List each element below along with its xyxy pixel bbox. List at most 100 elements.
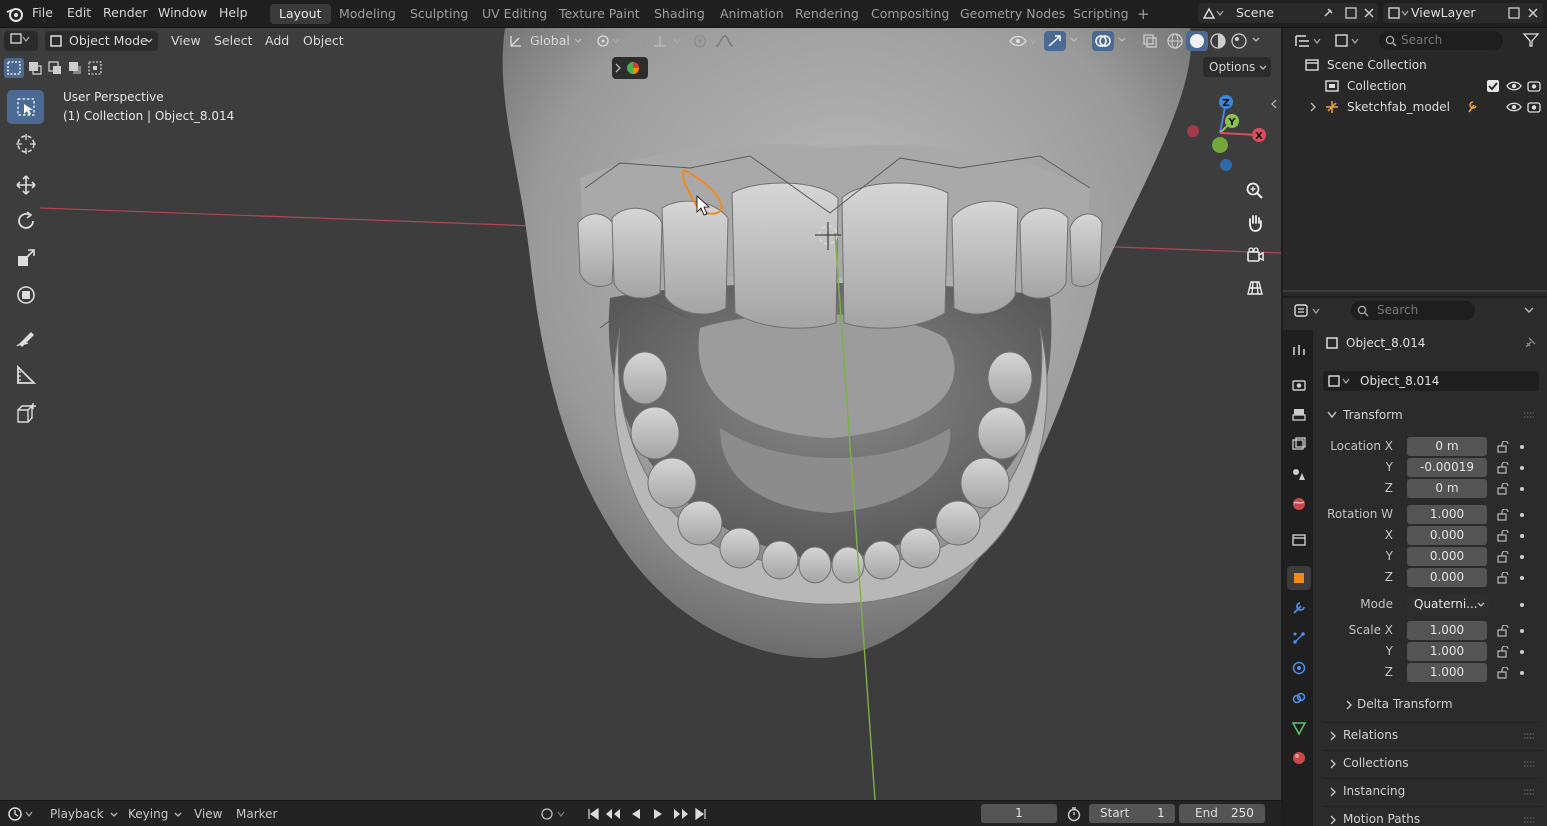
tab-modeling[interactable]: Modeling xyxy=(330,4,405,24)
zoom-button[interactable] xyxy=(1240,176,1270,206)
relations-panel-header[interactable]: Relations xyxy=(1323,722,1543,746)
delta-transform-subpanel[interactable]: Delta Transform xyxy=(1341,695,1531,715)
close-icon[interactable] xyxy=(1363,7,1375,19)
lock-icon[interactable] xyxy=(1497,625,1509,637)
motion-paths-panel-header[interactable]: Motion Paths xyxy=(1323,806,1543,826)
3d-viewport[interactable]: Object Mode View Select Add Object Globa… xyxy=(0,28,1281,800)
add-workspace-button[interactable]: + xyxy=(1128,4,1159,24)
camera-render-icon[interactable] xyxy=(1527,100,1541,114)
eye-icon[interactable] xyxy=(1506,101,1522,113)
rendered-shading-icon[interactable] xyxy=(1230,32,1248,50)
properties-editor-icon[interactable] xyxy=(1293,302,1323,320)
properties-search-input[interactable]: Search xyxy=(1351,301,1475,320)
rotation-z-field[interactable]: 0.000 xyxy=(1407,568,1487,587)
chevron-down-icon[interactable] xyxy=(174,812,182,818)
lock-icon[interactable] xyxy=(1497,646,1509,658)
select-box-tool[interactable] xyxy=(7,90,44,124)
modifier-wrench-icon[interactable] xyxy=(1466,100,1478,114)
location-z-field[interactable]: 0 m xyxy=(1407,479,1487,498)
location-y-field[interactable]: -0.00019 xyxy=(1407,458,1487,477)
wireframe-shading-icon[interactable] xyxy=(1166,32,1184,50)
keyframe-dot[interactable] xyxy=(1520,466,1524,470)
select-intersect-icon[interactable] xyxy=(85,58,105,78)
transform-panel-header[interactable]: Transform xyxy=(1323,403,1543,427)
snap-target-icon[interactable] xyxy=(652,33,686,49)
drag-handle-icon[interactable] xyxy=(1523,760,1535,768)
keyframe-dot[interactable] xyxy=(1520,671,1524,675)
collections-panel-header[interactable]: Collections xyxy=(1323,750,1543,774)
scale-tool[interactable] xyxy=(7,241,44,275)
timeline-editor-icon[interactable] xyxy=(6,805,36,823)
new-scene-icon[interactable] xyxy=(1344,6,1358,20)
drag-handle-icon[interactable] xyxy=(1523,788,1535,796)
add-cube-tool[interactable] xyxy=(7,397,44,431)
rotation-x-field[interactable]: 0.000 xyxy=(1407,526,1487,545)
filter-icon[interactable] xyxy=(1522,32,1540,48)
rotation-mode-dropdown[interactable]: Quaterni... xyxy=(1407,595,1489,614)
display-mode-icon[interactable] xyxy=(1333,32,1363,50)
solid-shading-button[interactable] xyxy=(1186,31,1208,51)
lock-icon[interactable] xyxy=(1497,462,1509,474)
current-frame-field[interactable]: 1 xyxy=(981,804,1057,823)
rotation-y-field[interactable]: 0.000 xyxy=(1407,547,1487,566)
tab-geometry-nodes[interactable]: Geometry Nodes xyxy=(951,4,1074,24)
menu-select[interactable]: Select xyxy=(209,31,258,51)
menu-window[interactable]: Window xyxy=(158,5,207,20)
keyframe-dot[interactable] xyxy=(1520,603,1524,607)
instancing-panel-header[interactable]: Instancing xyxy=(1323,778,1543,802)
chevron-down-icon[interactable] xyxy=(1118,37,1126,43)
xray-toggle-icon[interactable] xyxy=(1142,33,1158,49)
annotate-tool[interactable] xyxy=(7,320,44,354)
tab-data[interactable] xyxy=(1287,716,1311,740)
menu-marker[interactable]: Marker xyxy=(236,807,277,821)
chevron-down-icon[interactable] xyxy=(1070,37,1078,43)
tab-scripting[interactable]: Scripting xyxy=(1064,4,1138,24)
measure-tool[interactable] xyxy=(7,358,44,392)
tab-render[interactable] xyxy=(1287,372,1311,396)
keyframe-dot[interactable] xyxy=(1520,650,1524,654)
menu-edit[interactable]: Edit xyxy=(67,5,91,20)
lock-icon[interactable] xyxy=(1497,551,1509,563)
lock-icon[interactable] xyxy=(1497,667,1509,679)
drag-handle-icon[interactable] xyxy=(1523,732,1535,740)
keyframe-dot[interactable] xyxy=(1520,534,1524,538)
menu-keying[interactable]: Keying xyxy=(128,807,168,821)
outliner-editor-icon[interactable] xyxy=(1293,32,1323,50)
editor-type-button[interactable] xyxy=(4,31,38,51)
tab-rendering[interactable]: Rendering xyxy=(786,4,868,24)
camera-render-icon[interactable] xyxy=(1527,79,1541,93)
tab-shading[interactable]: Shading xyxy=(645,4,714,24)
proportional-edit-icon[interactable] xyxy=(692,33,708,49)
select-invert-icon[interactable] xyxy=(65,58,85,78)
select-extend-icon[interactable] xyxy=(25,58,45,78)
exclude-checkbox[interactable] xyxy=(1487,80,1499,92)
playback-controls[interactable] xyxy=(586,807,710,821)
chevron-down-icon[interactable] xyxy=(110,812,118,818)
menu-playback[interactable]: Playback xyxy=(50,807,104,821)
location-x-field[interactable]: 0 m xyxy=(1407,437,1487,456)
menu-file[interactable]: File xyxy=(32,5,53,20)
tab-compositing[interactable]: Compositing xyxy=(862,4,958,24)
falloff-icon[interactable] xyxy=(714,33,742,49)
menu-help[interactable]: Help xyxy=(219,5,248,20)
lock-icon[interactable] xyxy=(1497,530,1509,542)
material-preview-icon[interactable] xyxy=(1209,32,1227,50)
keyframe-dot[interactable] xyxy=(1520,445,1524,449)
outliner-row-scene-collection[interactable]: Scene Collection xyxy=(1283,55,1547,75)
menu-object[interactable]: Object xyxy=(298,31,349,51)
keyframe-dot[interactable] xyxy=(1520,555,1524,559)
outliner-row-sketchfab-model[interactable]: Sketchfab_model xyxy=(1283,97,1547,117)
close-icon[interactable] xyxy=(1527,7,1539,19)
overlays-toggle-button[interactable] xyxy=(1092,31,1114,51)
select-subtract-icon[interactable] xyxy=(45,58,65,78)
menu-timeline-view[interactable]: View xyxy=(194,807,222,821)
lock-icon[interactable] xyxy=(1497,441,1509,453)
chevron-right-icon[interactable] xyxy=(1309,102,1317,112)
pin-icon[interactable] xyxy=(1322,7,1334,19)
pan-button[interactable] xyxy=(1240,208,1270,238)
stopwatch-icon[interactable] xyxy=(1066,806,1082,822)
viewport-tool-popover[interactable] xyxy=(612,57,648,79)
pivot-point-icon[interactable] xyxy=(595,33,621,49)
tab-layout[interactable]: Layout xyxy=(270,4,331,24)
tab-tool[interactable] xyxy=(1287,338,1311,362)
